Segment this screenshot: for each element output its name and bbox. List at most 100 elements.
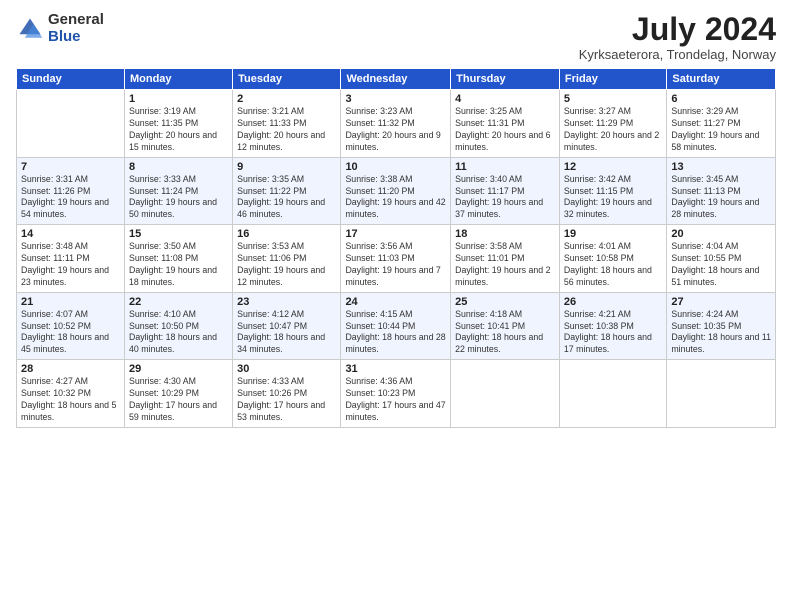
day-number: 25 [455,296,555,308]
logo-icon [16,15,44,43]
day-info: Sunrise: 3:23 AMSunset: 11:32 PMDaylight… [345,106,446,154]
day-info: Sunrise: 4:30 AMSunset: 10:29 PMDaylight… [129,376,228,424]
table-cell: 29 Sunrise: 4:30 AMSunset: 10:29 PMDayli… [124,360,232,428]
week-row-2: 7 Sunrise: 3:31 AMSunset: 11:26 PMDaylig… [17,157,776,225]
day-number: 28 [21,363,120,375]
day-info: Sunrise: 3:42 AMSunset: 11:15 PMDaylight… [564,174,662,222]
table-cell: 12 Sunrise: 3:42 AMSunset: 11:15 PMDayli… [559,157,666,225]
day-info: Sunrise: 3:38 AMSunset: 11:20 PMDaylight… [345,174,446,222]
table-cell: 22 Sunrise: 4:10 AMSunset: 10:50 PMDayli… [124,292,232,360]
day-number: 31 [345,363,446,375]
header-wednesday: Wednesday [341,69,451,90]
day-number: 19 [564,228,662,240]
week-row-5: 28 Sunrise: 4:27 AMSunset: 10:32 PMDayli… [17,360,776,428]
day-number: 29 [129,363,228,375]
day-info: Sunrise: 3:31 AMSunset: 11:26 PMDaylight… [21,174,120,222]
day-number: 8 [129,161,228,173]
table-cell [451,360,560,428]
day-info: Sunrise: 4:36 AMSunset: 10:23 PMDaylight… [345,376,446,424]
day-number: 27 [671,296,771,308]
logo-general: General [48,12,104,29]
day-info: Sunrise: 4:27 AMSunset: 10:32 PMDaylight… [21,376,120,424]
day-number: 5 [564,93,662,105]
day-number: 4 [455,93,555,105]
day-info: Sunrise: 3:27 AMSunset: 11:29 PMDaylight… [564,106,662,154]
day-info: Sunrise: 3:40 AMSunset: 11:17 PMDaylight… [455,174,555,222]
table-cell: 30 Sunrise: 4:33 AMSunset: 10:26 PMDayli… [233,360,341,428]
day-info: Sunrise: 4:18 AMSunset: 10:41 PMDaylight… [455,309,555,357]
header-sunday: Sunday [17,69,125,90]
header-saturday: Saturday [667,69,776,90]
table-cell: 23 Sunrise: 4:12 AMSunset: 10:47 PMDayli… [233,292,341,360]
day-number: 23 [237,296,336,308]
day-number: 12 [564,161,662,173]
day-number: 21 [21,296,120,308]
day-number: 22 [129,296,228,308]
table-cell: 16 Sunrise: 3:53 AMSunset: 11:06 PMDayli… [233,225,341,293]
title-block: July 2024 Kyrksaeterora, Trondelag, Norw… [579,12,776,62]
day-info: Sunrise: 4:24 AMSunset: 10:35 PMDaylight… [671,309,771,357]
table-cell: 20 Sunrise: 4:04 AMSunset: 10:55 PMDayli… [667,225,776,293]
day-number: 11 [455,161,555,173]
table-cell: 24 Sunrise: 4:15 AMSunset: 10:44 PMDayli… [341,292,451,360]
table-cell: 19 Sunrise: 4:01 AMSunset: 10:58 PMDayli… [559,225,666,293]
table-cell: 7 Sunrise: 3:31 AMSunset: 11:26 PMDaylig… [17,157,125,225]
table-cell: 21 Sunrise: 4:07 AMSunset: 10:52 PMDayli… [17,292,125,360]
day-info: Sunrise: 3:58 AMSunset: 11:01 PMDaylight… [455,241,555,289]
day-info: Sunrise: 4:04 AMSunset: 10:55 PMDaylight… [671,241,771,289]
week-row-3: 14 Sunrise: 3:48 AMSunset: 11:11 PMDayli… [17,225,776,293]
header-thursday: Thursday [451,69,560,90]
table-cell: 15 Sunrise: 3:50 AMSunset: 11:08 PMDayli… [124,225,232,293]
day-number: 20 [671,228,771,240]
table-cell: 5 Sunrise: 3:27 AMSunset: 11:29 PMDaylig… [559,90,666,158]
day-number: 30 [237,363,336,375]
day-info: Sunrise: 4:33 AMSunset: 10:26 PMDaylight… [237,376,336,424]
table-cell: 13 Sunrise: 3:45 AMSunset: 11:13 PMDayli… [667,157,776,225]
day-number: 7 [21,161,120,173]
day-number: 26 [564,296,662,308]
day-number: 9 [237,161,336,173]
calendar-table: Sunday Monday Tuesday Wednesday Thursday… [16,68,776,428]
logo-blue: Blue [48,29,104,46]
table-cell: 4 Sunrise: 3:25 AMSunset: 11:31 PMDaylig… [451,90,560,158]
day-info: Sunrise: 3:50 AMSunset: 11:08 PMDaylight… [129,241,228,289]
day-info: Sunrise: 4:07 AMSunset: 10:52 PMDaylight… [21,309,120,357]
day-info: Sunrise: 4:12 AMSunset: 10:47 PMDaylight… [237,309,336,357]
day-number: 6 [671,93,771,105]
calendar-page: General Blue July 2024 Kyrksaeterora, Tr… [0,0,792,612]
logo: General Blue [16,12,104,45]
day-number: 13 [671,161,771,173]
day-number: 16 [237,228,336,240]
week-row-4: 21 Sunrise: 4:07 AMSunset: 10:52 PMDayli… [17,292,776,360]
day-info: Sunrise: 3:29 AMSunset: 11:27 PMDaylight… [671,106,771,154]
day-number: 1 [129,93,228,105]
day-info: Sunrise: 3:56 AMSunset: 11:03 PMDaylight… [345,241,446,289]
table-cell [559,360,666,428]
day-number: 14 [21,228,120,240]
table-cell: 17 Sunrise: 3:56 AMSunset: 11:03 PMDayli… [341,225,451,293]
header-monday: Monday [124,69,232,90]
day-number: 2 [237,93,336,105]
table-cell: 9 Sunrise: 3:35 AMSunset: 11:22 PMDaylig… [233,157,341,225]
day-info: Sunrise: 3:48 AMSunset: 11:11 PMDaylight… [21,241,120,289]
table-cell: 18 Sunrise: 3:58 AMSunset: 11:01 PMDayli… [451,225,560,293]
header-friday: Friday [559,69,666,90]
table-cell: 11 Sunrise: 3:40 AMSunset: 11:17 PMDayli… [451,157,560,225]
day-info: Sunrise: 3:25 AMSunset: 11:31 PMDaylight… [455,106,555,154]
day-info: Sunrise: 3:33 AMSunset: 11:24 PMDaylight… [129,174,228,222]
day-number: 18 [455,228,555,240]
day-info: Sunrise: 3:35 AMSunset: 11:22 PMDaylight… [237,174,336,222]
day-number: 15 [129,228,228,240]
day-number: 24 [345,296,446,308]
day-info: Sunrise: 3:53 AMSunset: 11:06 PMDaylight… [237,241,336,289]
table-cell: 1 Sunrise: 3:19 AMSunset: 11:35 PMDaylig… [124,90,232,158]
table-cell: 31 Sunrise: 4:36 AMSunset: 10:23 PMDayli… [341,360,451,428]
day-info: Sunrise: 4:10 AMSunset: 10:50 PMDaylight… [129,309,228,357]
table-cell: 2 Sunrise: 3:21 AMSunset: 11:33 PMDaylig… [233,90,341,158]
header-tuesday: Tuesday [233,69,341,90]
month-title: July 2024 [579,12,776,47]
day-info: Sunrise: 4:01 AMSunset: 10:58 PMDaylight… [564,241,662,289]
table-cell: 26 Sunrise: 4:21 AMSunset: 10:38 PMDayli… [559,292,666,360]
day-info: Sunrise: 4:15 AMSunset: 10:44 PMDaylight… [345,309,446,357]
table-cell: 27 Sunrise: 4:24 AMSunset: 10:35 PMDayli… [667,292,776,360]
